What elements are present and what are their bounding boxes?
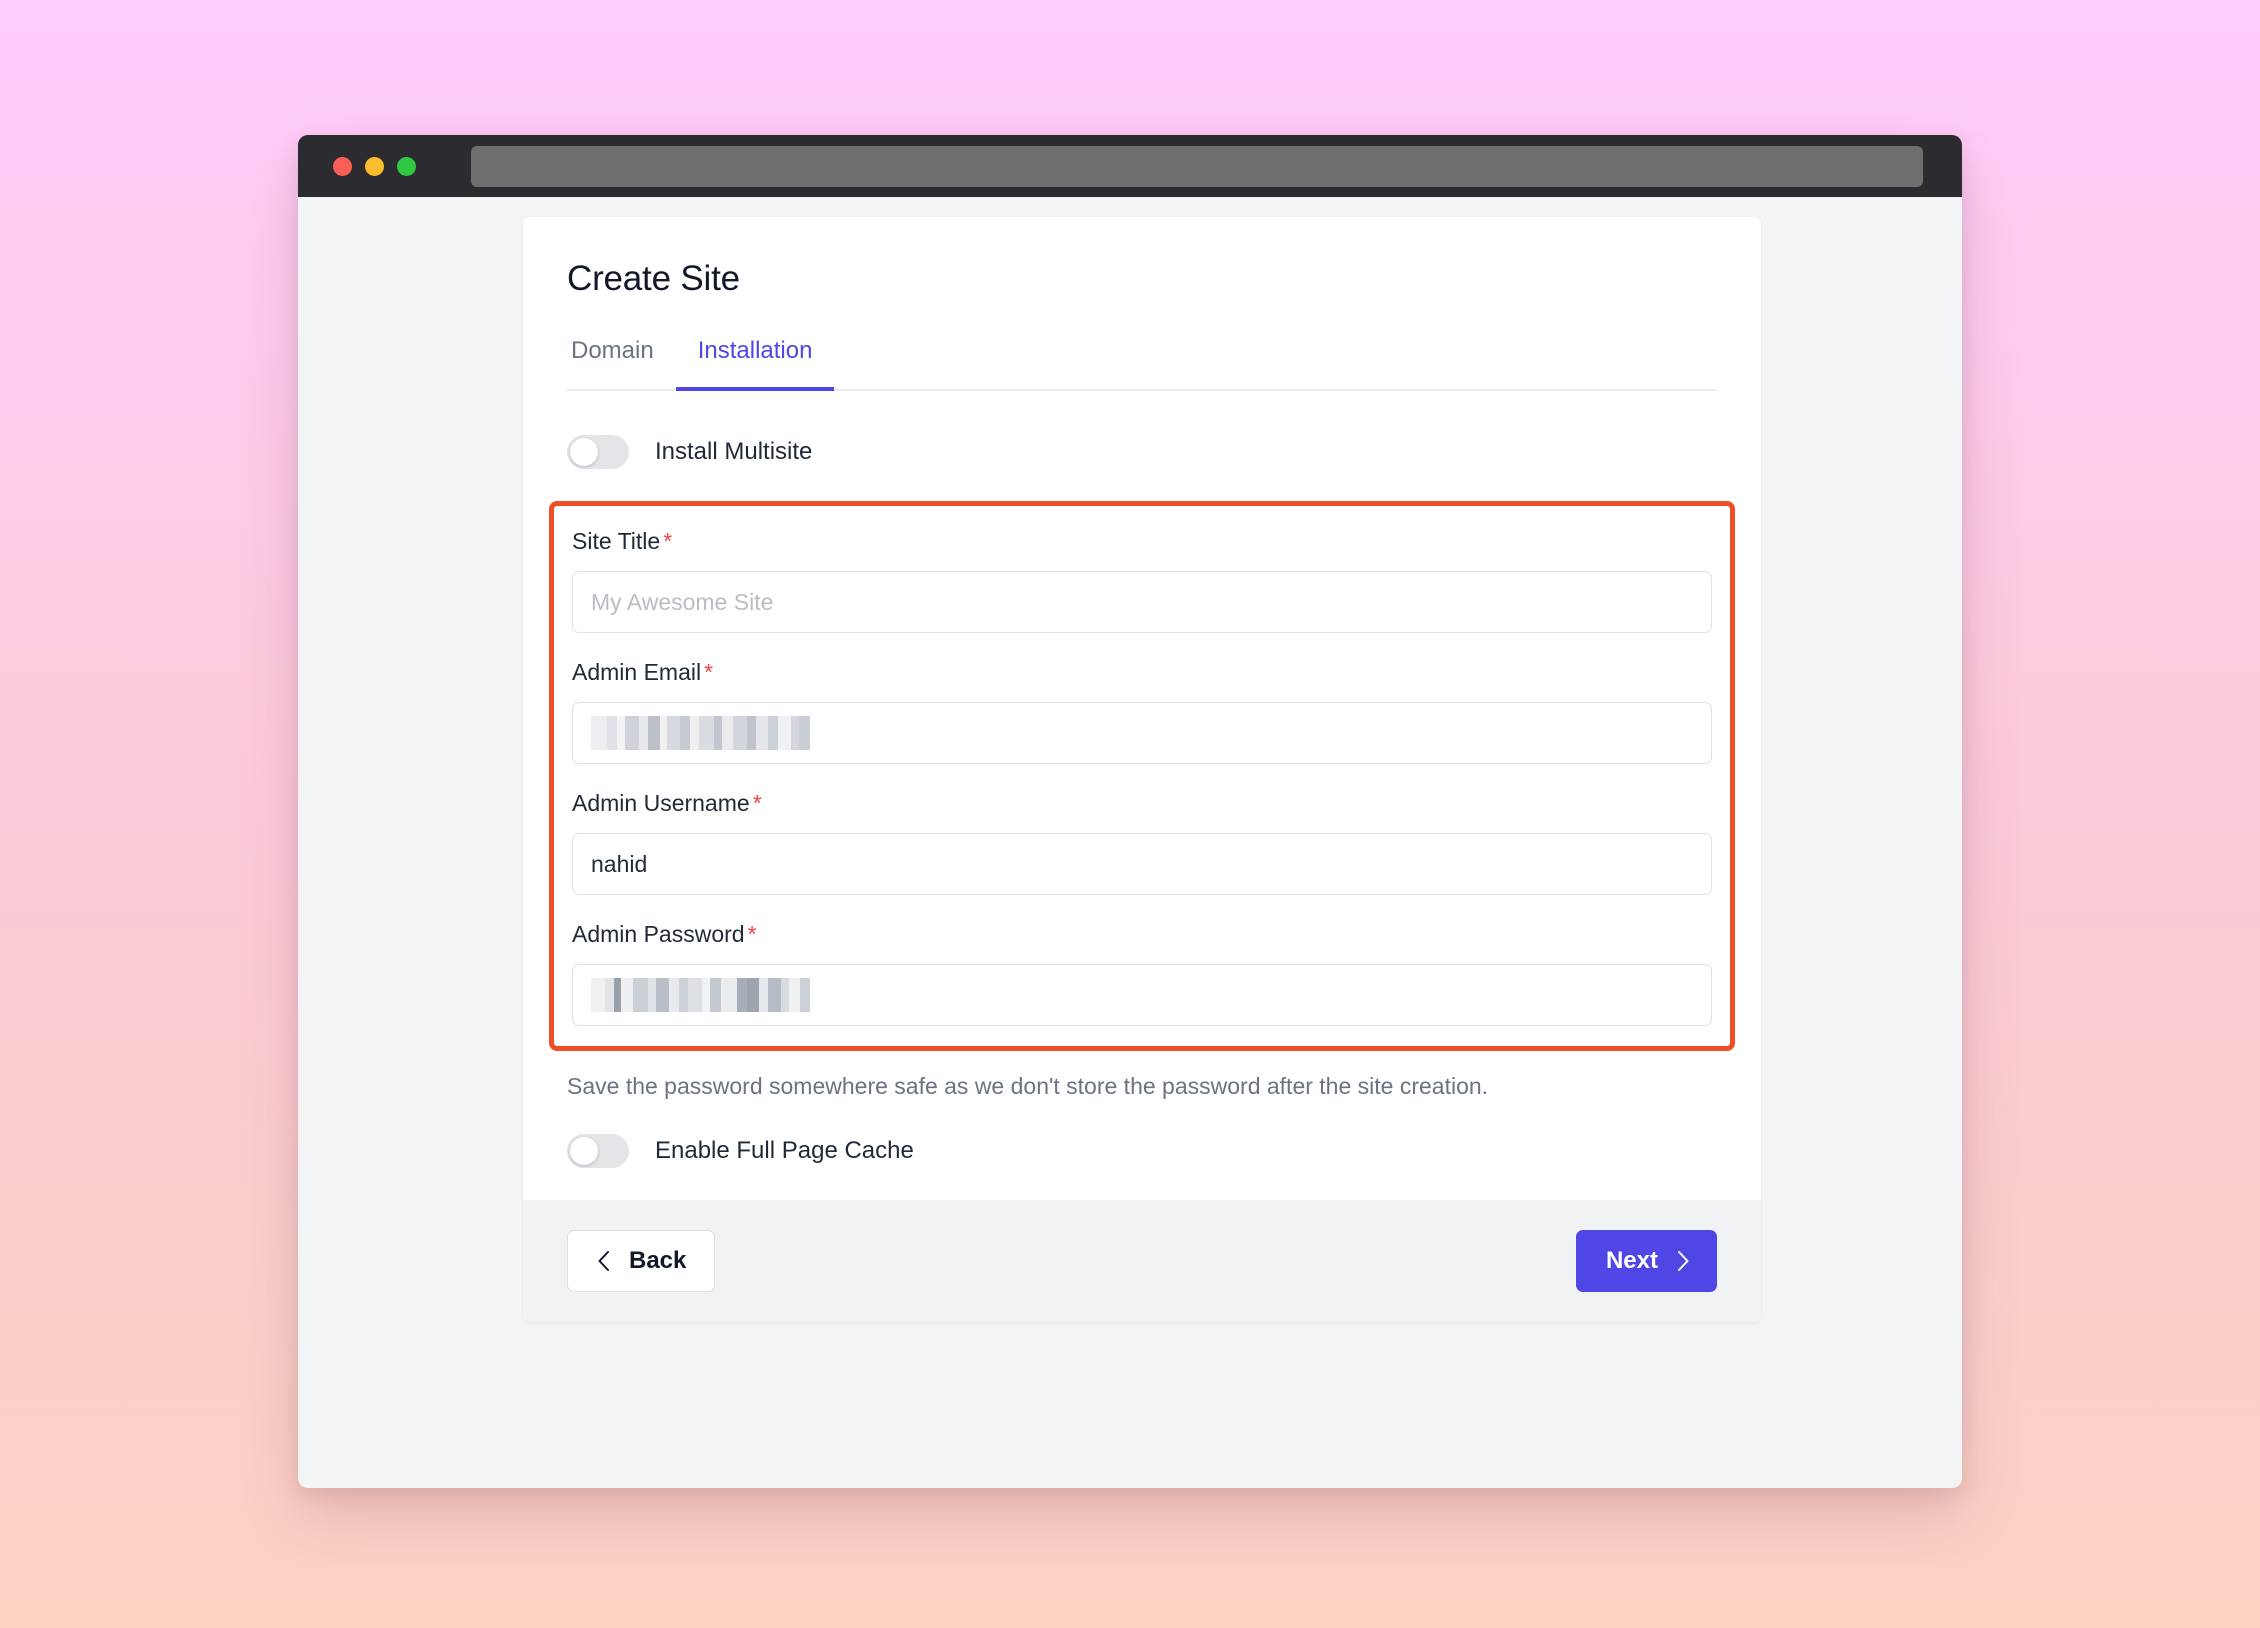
admin-username-label: Admin Username * [572,790,1712,817]
admin-email-label: Admin Email * [572,659,1712,686]
site-title-label-text: Site Title [572,528,661,554]
credentials-field-group: Site Title* Admin Email* [549,501,1735,1051]
admin-password-label: Admin Password * [572,921,1712,948]
toggle-knob-icon [570,438,598,466]
tab-bar: Domain Installation [567,337,1717,391]
maximize-window-icon[interactable] [397,156,416,176]
minimize-window-icon[interactable] [365,156,384,176]
redacted-value-icon [591,978,810,1012]
admin-password-label-text: Admin Password [572,921,745,947]
next-button-label: Next [1605,1247,1658,1274]
install-multisite-label: Install Multisite [655,438,813,465]
toggle-knob-icon [570,1137,598,1165]
full-page-cache-row: Enable Full Page Cache [567,1134,1717,1168]
admin-email-label-text: Admin Email [572,659,702,685]
tab-domain[interactable]: Domain [567,337,676,391]
chevron-left-icon [596,1249,611,1273]
redacted-value-icon [591,716,810,750]
back-button-label: Back [629,1247,687,1274]
required-asterisk: * [704,659,714,685]
close-window-icon[interactable] [333,156,352,176]
required-asterisk: * [747,921,757,947]
browser-viewport: Create Site Domain Installation Install … [298,197,1962,1488]
browser-window: Create Site Domain Installation Install … [298,135,1962,1488]
password-hint: Save the password somewhere safe as we d… [567,1073,1489,1099]
create-site-card: Create Site Domain Installation Install … [523,217,1761,1322]
admin-username-input[interactable] [572,833,1712,895]
admin-email-field: Admin Email * [572,659,1712,764]
site-title-input[interactable] [572,571,1712,633]
admin-password-field: Admin Password * [572,921,1712,1026]
next-button[interactable]: Next [1575,1230,1717,1292]
admin-email-input[interactable] [572,702,1712,764]
site-title-label: Site Title * [572,528,1712,555]
address-bar[interactable] [471,145,1923,187]
full-page-cache-label: Enable Full Page Cache [655,1137,914,1164]
required-asterisk: * [663,528,673,554]
admin-username-field: Admin Username * [572,790,1712,895]
install-multisite-toggle[interactable] [567,435,629,469]
window-controls[interactable] [333,156,416,176]
site-title-field: Site Title * [572,528,1712,633]
back-button[interactable]: Back [567,1230,716,1292]
browser-titlebar [298,135,1962,197]
install-multisite-row: Install Multisite [567,435,1717,469]
card-footer: Back Next [523,1200,1761,1322]
page-title: Create Site [567,259,740,298]
admin-password-input[interactable] [572,964,1712,1026]
required-asterisk: * [752,790,762,816]
full-page-cache-toggle[interactable] [567,1134,629,1168]
admin-username-label-text: Admin Username [572,790,750,816]
card-body: Create Site Domain Installation Install … [523,217,1761,1168]
tab-installation[interactable]: Installation [675,337,835,391]
chevron-right-icon [1676,1249,1691,1273]
